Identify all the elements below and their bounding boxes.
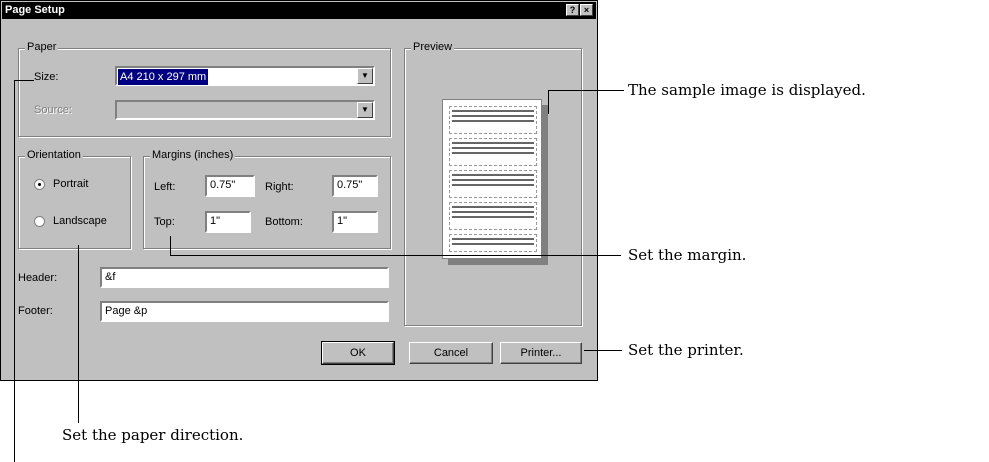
portrait-label[interactable]: Portrait (53, 178, 88, 190)
size-callout-line (14, 80, 34, 81)
size-callout-line (14, 80, 15, 462)
chevron-down-icon[interactable]: ▼ (357, 68, 373, 84)
left-margin-label: Left: (154, 181, 176, 193)
bottom-margin-label: Bottom: (265, 216, 303, 228)
source-select[interactable]: ▼ (115, 100, 375, 120)
title-bar: Page Setup ? × (2, 2, 596, 19)
size-selected-value: A4 210 x 297 mm (118, 69, 209, 85)
margin-callout-line (170, 255, 621, 256)
annotation-printer: Set the printer. (628, 341, 744, 359)
printer-button[interactable]: Printer... (500, 342, 582, 364)
right-margin-label: Right: (265, 181, 294, 193)
size-select[interactable]: A4 210 x 297 mm ▼ (115, 66, 375, 86)
close-button[interactable]: × (580, 4, 593, 16)
sample-text-block (449, 234, 537, 252)
ok-button[interactable]: OK (321, 341, 395, 365)
header-label: Header: (18, 272, 58, 284)
portrait-radio[interactable] (34, 179, 45, 190)
cancel-button[interactable]: Cancel (409, 342, 493, 364)
direction-callout-line (78, 245, 79, 423)
source-label: Source: (34, 104, 72, 116)
radio-selected-dot (38, 183, 41, 186)
paper-legend: Paper (25, 41, 59, 53)
landscape-label[interactable]: Landscape (53, 215, 107, 227)
orientation-legend: Orientation (25, 149, 83, 161)
sample-callout-line (548, 90, 624, 91)
sample-text-block (449, 170, 537, 198)
sample-text-block (449, 202, 537, 230)
size-label: Size: (34, 71, 59, 83)
footer-input[interactable]: Page &p (100, 301, 389, 322)
annotation-paper-direction: Set the paper direction. (62, 426, 244, 444)
sample-callout-line (548, 90, 549, 114)
annotation-margin: Set the margin. (628, 246, 747, 264)
dialog-title: Page Setup (5, 4, 65, 16)
chevron-down-icon[interactable]: ▼ (357, 102, 373, 118)
sample-text-block (449, 106, 537, 134)
paper-group: Paper (18, 41, 391, 137)
preview-legend: Preview (411, 41, 455, 53)
margins-group: Margins (inches) (143, 149, 391, 249)
page-setup-dialog: Page Setup ? × Paper Size: A4 210 x 297 … (0, 0, 598, 381)
footer-label: Footer: (18, 305, 53, 317)
header-input[interactable]: &f (100, 267, 389, 288)
margin-callout-line (170, 236, 171, 256)
printer-callout-line (584, 350, 622, 351)
sample-page-preview (442, 99, 542, 259)
top-margin-label: Top: (154, 216, 175, 228)
bottom-margin-input[interactable]: 1" (332, 211, 378, 233)
help-button[interactable]: ? (566, 4, 579, 16)
right-margin-input[interactable]: 0.75" (332, 175, 378, 197)
top-margin-input[interactable]: 1" (205, 211, 251, 233)
landscape-radio[interactable] (34, 216, 45, 227)
margins-legend: Margins (inches) (150, 149, 236, 161)
orientation-group: Orientation (18, 149, 131, 249)
sample-text-block (449, 138, 537, 166)
left-margin-input[interactable]: 0.75" (205, 175, 255, 197)
annotation-sample-image: The sample image is displayed. (628, 81, 866, 99)
